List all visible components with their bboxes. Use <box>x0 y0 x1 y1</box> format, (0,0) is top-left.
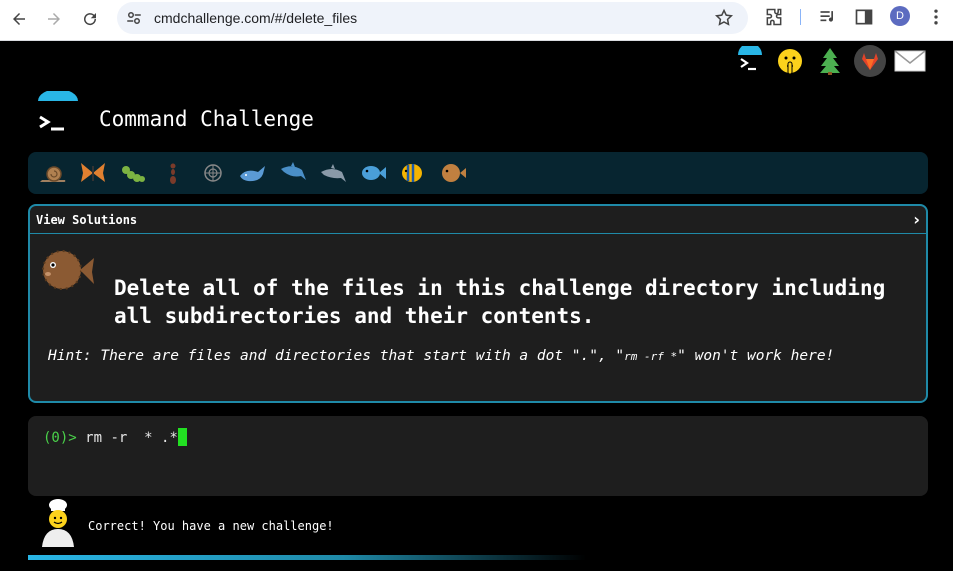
reload-button[interactable] <box>77 6 103 32</box>
terminal-icon[interactable] <box>734 45 766 77</box>
page: Command Challenge View Solutions › Delet… <box>0 41 953 571</box>
chevron-right-icon[interactable]: › <box>913 210 920 229</box>
side-panel-icon[interactable] <box>854 7 874 27</box>
arrow-right-icon <box>48 13 60 25</box>
browser-toolbar: cmdchallenge.com/#/delete_files D <box>0 0 953 41</box>
back-button[interactable] <box>6 6 32 32</box>
butterfly-icon[interactable] <box>76 157 109 190</box>
challenge-panel: View Solutions › Delete all of the files… <box>28 204 928 403</box>
terminal-cursor <box>177 428 187 446</box>
toolbar-separator <box>800 9 801 25</box>
tree-icon[interactable] <box>814 45 846 77</box>
hint-code: rm -rf * <box>624 350 678 363</box>
shushing-face-icon[interactable] <box>774 45 806 77</box>
forward-button[interactable] <box>41 6 67 32</box>
level-selector <box>28 152 928 194</box>
terminal-prompt: (0)> <box>43 430 77 446</box>
app-logo-icon <box>38 91 78 131</box>
status-message: Correct! You have a new challenge! <box>88 519 334 533</box>
url-text[interactable]: cmdchallenge.com/#/delete_files <box>154 10 357 26</box>
page-title: Command Challenge <box>99 107 314 131</box>
dolphin-icon[interactable] <box>276 157 309 190</box>
top-icon-bar <box>734 45 926 77</box>
envelope-icon[interactable] <box>894 45 926 77</box>
challenge-hint: Hint: There are files and directories th… <box>48 348 834 364</box>
terminal-line[interactable]: (0)> rm -r * .* <box>43 428 187 446</box>
terminal[interactable]: (0)> rm -r * .* <box>28 416 928 496</box>
bookmark-star-icon[interactable] <box>714 8 734 28</box>
extensions-icon[interactable] <box>764 7 784 27</box>
ant-icon[interactable] <box>156 157 189 190</box>
cook-icon <box>42 499 74 547</box>
shell-icon[interactable] <box>196 157 229 190</box>
challenge-description: Delete all of the files in this challeng… <box>114 276 886 328</box>
progress-bar <box>28 555 928 560</box>
reload-icon <box>84 13 97 26</box>
view-solutions-toggle[interactable]: View Solutions › <box>30 206 926 234</box>
hint-suffix: " won't work here! <box>677 348 835 364</box>
media-control-icon[interactable] <box>818 7 838 27</box>
terminal-command[interactable]: rm -r * .* <box>85 430 178 446</box>
blowfish-icon[interactable] <box>436 157 469 190</box>
bug-icon[interactable] <box>116 157 149 190</box>
view-solutions-label: View Solutions <box>36 213 138 227</box>
tropical-fish-icon[interactable] <box>396 157 429 190</box>
snail-icon[interactable] <box>36 157 69 190</box>
more-menu-icon[interactable] <box>926 7 946 27</box>
fish-icon[interactable] <box>356 157 389 190</box>
profile-avatar[interactable]: D <box>890 6 910 26</box>
site-settings-icon[interactable] <box>125 9 143 27</box>
arrow-left-icon <box>13 13 25 25</box>
address-bar[interactable]: cmdchallenge.com/#/delete_files <box>117 2 748 34</box>
gitlab-icon[interactable] <box>854 45 886 77</box>
blowfish-icon <box>42 250 94 290</box>
dolphin-icon[interactable] <box>316 157 349 190</box>
hint-prefix: Hint: There are files and directories th… <box>48 348 625 364</box>
whale-icon[interactable] <box>236 157 269 190</box>
